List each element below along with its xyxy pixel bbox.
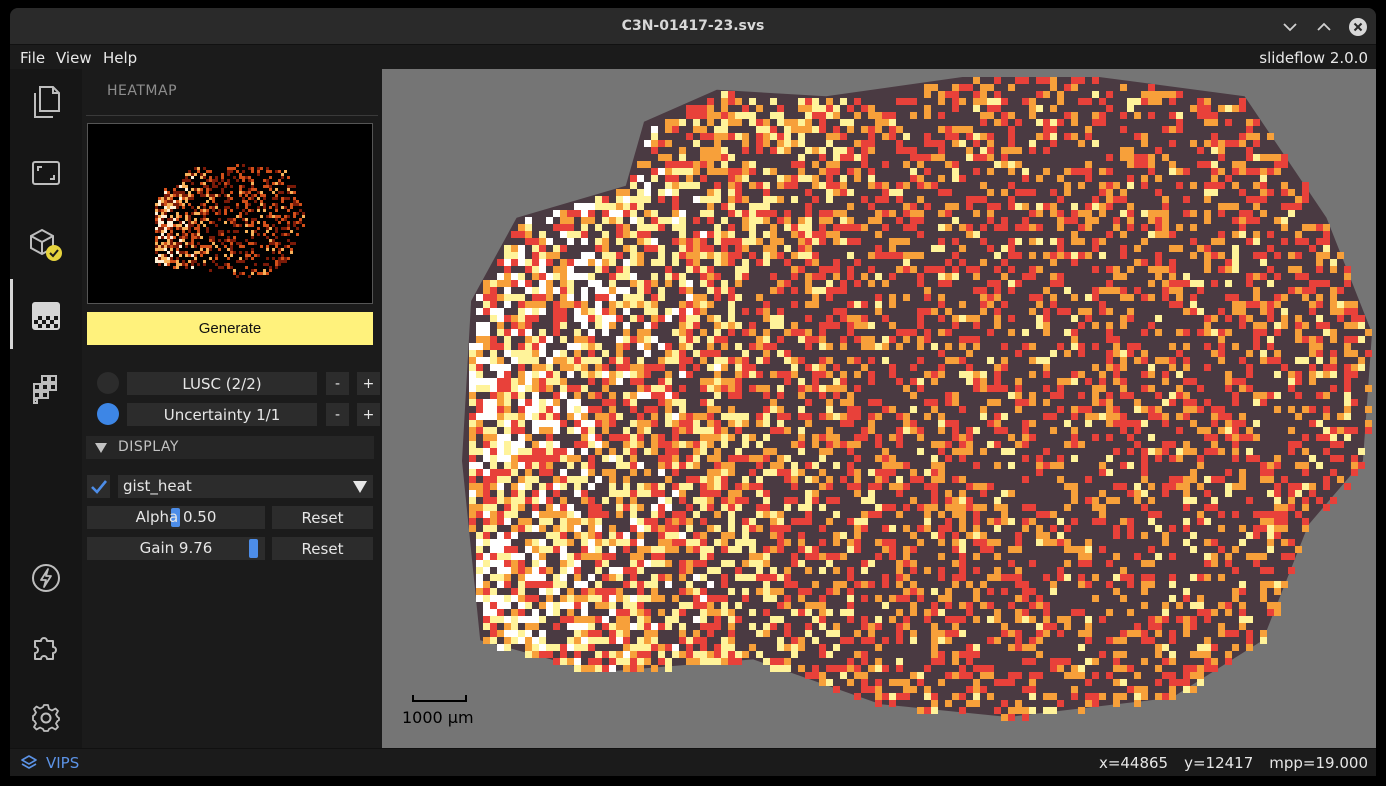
sidebar-item-extensions[interactable] [24,625,68,669]
outcome-color-dot[interactable] [97,372,119,394]
colormap-checkbox[interactable] [87,475,110,498]
minimize-button[interactable] [1280,17,1300,37]
colormap-dropdown[interactable]: gist_heat [118,475,373,498]
collapse-triangle-icon [95,443,107,453]
uncertainty-minus-button[interactable]: - [326,403,349,426]
slide-heatmap-overlay [462,77,1372,721]
display-section-header[interactable]: DISPLAY [86,436,374,459]
alpha-slider-label: Alpha 0.50 [135,508,217,526]
outcome-plus-button[interactable]: + [357,372,380,395]
display-section-label: DISPLAY [118,439,179,455]
app-version: slideflow 2.0.0 [1259,49,1368,67]
outcome-minus-button[interactable]: - [326,372,349,395]
uncertainty-color-dot[interactable] [97,403,119,425]
uncertainty-plus-button[interactable]: + [357,403,380,426]
x-coordinate: x=44865 [1098,754,1169,772]
close-icon [1349,18,1367,36]
heatmap-thumbnail[interactable] [87,123,373,304]
gain-reset-button[interactable]: Reset [272,537,373,560]
outcome-selector[interactable]: LUSC (2/2) [127,372,317,395]
gear-icon [32,704,60,732]
panel-title: HEATMAP [107,83,178,99]
layers-icon [21,755,37,769]
lightning-icon [32,564,60,592]
menu-view[interactable]: View [56,49,92,67]
close-button[interactable] [1348,17,1368,37]
colormap-value: gist_heat [123,477,192,495]
heatmap-thumbnail-image [152,164,305,278]
backend-label: VIPS [46,754,80,772]
heatmap-panel: HEATMAP Generate LUSC (2/2) - + Uncertai… [82,69,382,748]
heatmap-icon [32,302,60,330]
scale-bar-label: 1000 µm [402,708,474,727]
chevron-down-icon [1283,23,1297,32]
menu-bar: File View Help slideflow 2.0.0 [10,46,1376,69]
chevron-up-icon [1317,22,1331,31]
slide-viewer[interactable]: 1000 µm [382,69,1376,748]
title-bar: C3N-01417-23.svs [10,8,1376,45]
microns-per-pixel: mpp=19.000 [1269,754,1368,772]
menu-help[interactable]: Help [103,49,137,67]
sidebar-item-model[interactable] [24,223,68,267]
slide-view-icon [32,161,60,185]
uncertainty-selector[interactable]: Uncertainty 1/1 [127,403,317,426]
icon-sidebar [10,69,82,748]
sidebar-item-slide[interactable] [24,151,68,195]
status-bar: VIPS x=44865 y=12417 mpp=19.000 [10,748,1376,776]
sidebar-item-heatmap[interactable] [24,294,68,338]
files-icon [34,86,60,118]
app-window: C3N-01417-23.svs File View Help slideflo… [10,8,1376,776]
grid-tiles-icon [33,375,57,404]
alpha-slider[interactable]: Alpha 0.50 [87,506,265,529]
model-loaded-icon [30,228,62,261]
alpha-reset-button[interactable]: Reset [272,506,373,529]
gain-slider-label: Gain 9.76 [139,539,213,557]
sidebar-item-files[interactable] [24,80,68,124]
sidebar-item-tiles[interactable] [24,367,68,411]
y-coordinate: y=12417 [1184,754,1254,772]
panel-divider [86,115,378,116]
active-tab-marker [10,279,13,349]
menu-file[interactable]: File [20,49,45,67]
checkmark-icon [90,479,107,494]
maximize-button[interactable] [1314,17,1334,37]
dropdown-arrow-icon [353,481,367,493]
gain-slider[interactable]: Gain 9.76 [87,537,265,560]
scale-bar-line [412,695,467,702]
generate-button[interactable]: Generate [87,312,373,345]
window-title: C3N-01417-23.svs [621,18,765,34]
sidebar-item-settings[interactable] [24,696,68,740]
backend-indicator[interactable]: VIPS [20,754,79,772]
sidebar-item-performance[interactable] [24,556,68,600]
coordinate-readout: x=44865 y=12417 mpp=19.000 [1099,754,1368,772]
extensions-icon [34,637,57,660]
